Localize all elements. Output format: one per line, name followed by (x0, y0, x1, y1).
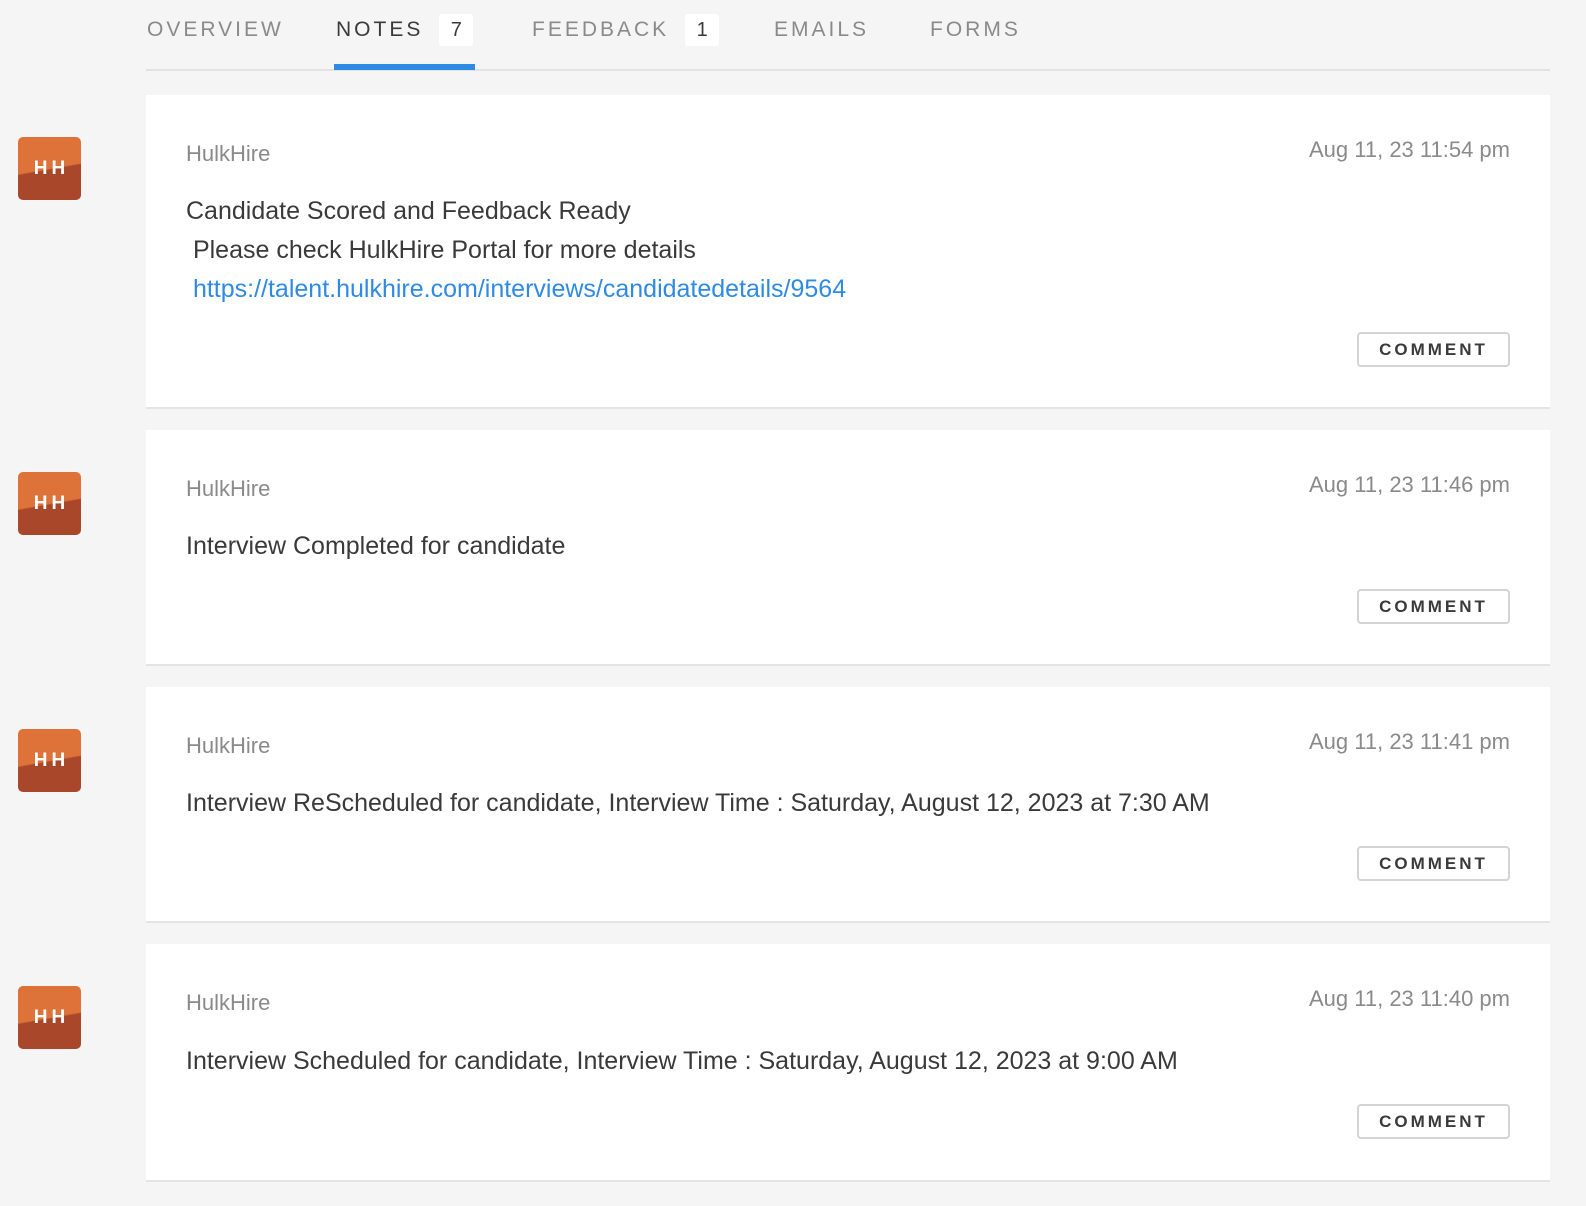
tab-overview[interactable]: OVERVIEW (147, 0, 284, 69)
tab-forms[interactable]: FORMS (930, 0, 1021, 69)
tab-notes-label: NOTES (336, 17, 424, 41)
note-author: HulkHire (186, 990, 271, 1015)
note-timestamp: Aug 11, 23 11:40 pm (1309, 986, 1510, 1011)
comment-button[interactable]: COMMENT (1357, 332, 1510, 367)
tab-bar: OVERVIEW NOTES 7 FEEDBACK 1 EMAILS FORMS (146, 0, 1550, 71)
comment-button[interactable]: COMMENT (1357, 1104, 1510, 1139)
comment-button[interactable]: COMMENT (1357, 589, 1510, 624)
note-author: HulkHire (186, 733, 271, 758)
note-item: HH HulkHire Aug 11, 23 11:41 pm Intervie… (0, 687, 1586, 923)
avatar: HH (18, 472, 81, 535)
note-timestamp: Aug 11, 23 11:46 pm (1309, 472, 1510, 497)
tab-emails[interactable]: EMAILS (774, 0, 869, 69)
avatar: HH (18, 729, 81, 792)
feedback-count-badge: 1 (685, 13, 720, 46)
note-timestamp: Aug 11, 23 11:54 pm (1309, 137, 1510, 162)
tab-emails-label: EMAILS (774, 17, 870, 41)
note-item: HH HulkHire Aug 11, 23 11:54 pm Candidat… (0, 95, 1586, 409)
note-body: Interview Completed for candidate (186, 532, 566, 560)
tab-feedback-label: FEEDBACK (532, 17, 670, 41)
tab-overview-label: OVERVIEW (147, 17, 284, 41)
notes-count-badge: 7 (439, 13, 474, 46)
note-body: Interview Scheduled for candidate, Inter… (186, 1047, 1178, 1075)
tab-feedback[interactable]: FEEDBACK 1 (532, 0, 720, 69)
note-card: HulkHire Aug 11, 23 11:41 pm Interview R… (146, 687, 1550, 923)
note-author: HulkHire (186, 476, 271, 501)
avatar: HH (18, 137, 81, 200)
note-body: Candidate Scored and Feedback Ready Plea… (186, 192, 846, 309)
tab-forms-label: FORMS (930, 17, 1021, 41)
note-card: HulkHire Aug 11, 23 11:54 pm Candidate S… (146, 95, 1550, 409)
note-body-line: Please check HulkHire Portal for more de… (186, 236, 696, 264)
note-body: Interview ReScheduled for candidate, Int… (186, 789, 1210, 817)
note-body-line: Candidate Scored and Feedback Ready (186, 197, 631, 225)
note-card: HulkHire Aug 11, 23 11:46 pm Interview C… (146, 430, 1550, 666)
avatar: HH (18, 986, 81, 1049)
notes-page: OVERVIEW NOTES 7 FEEDBACK 1 EMAILS FORMS… (0, 0, 1586, 1206)
note-card: HulkHire Aug 11, 23 11:40 pm Interview S… (146, 944, 1550, 1182)
tab-notes[interactable]: NOTES 7 (333, 0, 476, 70)
comment-button[interactable]: COMMENT (1357, 846, 1510, 881)
note-timestamp: Aug 11, 23 11:41 pm (1309, 729, 1510, 754)
note-author: HulkHire (186, 141, 271, 166)
portal-link[interactable]: https://talent.hulkhire.com/interviews/c… (193, 275, 846, 303)
note-item: HH HulkHire Aug 11, 23 11:40 pm Intervie… (0, 944, 1586, 1182)
note-item: HH HulkHire Aug 11, 23 11:46 pm Intervie… (0, 430, 1586, 666)
